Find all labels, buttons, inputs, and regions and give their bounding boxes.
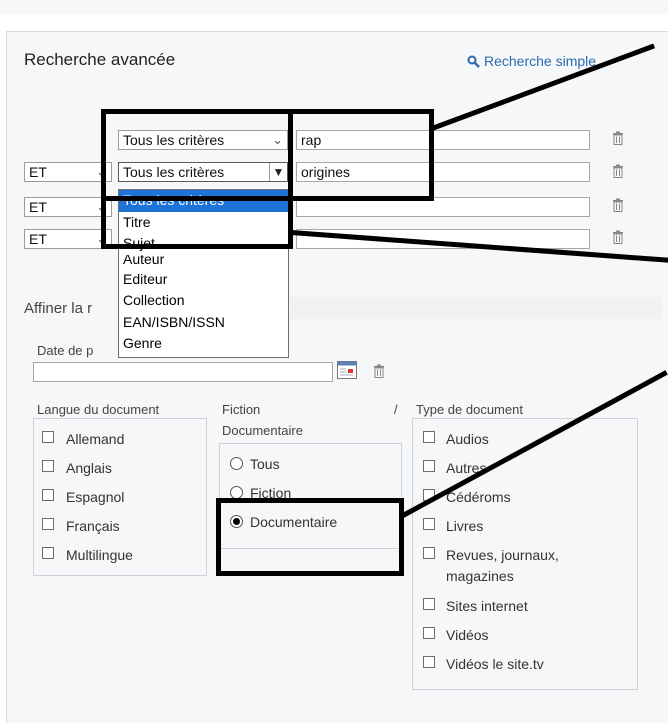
checkbox-multilingue[interactable] (42, 547, 54, 559)
fiction-option: Tous (250, 456, 280, 472)
langue-label: Langue du document (37, 402, 160, 417)
operator-select-2-value: ET (29, 164, 47, 180)
langue-item: Français (66, 518, 120, 534)
type-item: Revues, journaux, (446, 547, 559, 563)
checkbox-audios[interactable] (423, 431, 435, 443)
type-item: Livres (446, 518, 484, 534)
search-icon (467, 55, 480, 68)
trash-icon[interactable] (612, 230, 624, 244)
type-item: Sites internet (446, 598, 528, 614)
simple-search-label: Recherche simple (484, 53, 597, 69)
checkbox-videos[interactable] (423, 627, 435, 639)
checkbox-revues[interactable] (423, 547, 435, 559)
langue-item: Anglais (66, 460, 112, 476)
top-band (0, 0, 668, 14)
trash-icon[interactable] (612, 164, 624, 178)
operator-select-3[interactable]: ET ⌄ (24, 197, 112, 217)
operator-select-4-value: ET (29, 231, 47, 247)
radio-tous[interactable] (230, 457, 243, 470)
dropdown-option-auteur[interactable]: Auteur (119, 255, 288, 269)
checkbox-videos-site-tv[interactable] (423, 656, 435, 668)
page-title: Recherche avancée (24, 50, 176, 69)
refine-title: Affiner la r (24, 300, 93, 317)
checkbox-francais[interactable] (42, 518, 54, 530)
calendar-icon[interactable] (337, 361, 357, 379)
type-item: Audios (446, 431, 489, 447)
date-input[interactable] (33, 362, 333, 382)
type-item: Vidéos (446, 627, 489, 643)
checkbox-sites-internet[interactable] (423, 598, 435, 610)
simple-search-link[interactable]: Recherche simple (467, 53, 596, 69)
type-item: Cédéroms (446, 489, 511, 505)
operator-select-3-value: ET (29, 199, 47, 215)
checkbox-livres[interactable] (423, 518, 435, 530)
dropdown-option-ean[interactable]: EAN/ISBN/ISSN (119, 312, 288, 334)
trash-icon[interactable] (612, 198, 624, 212)
annotation-box-dropdown (101, 109, 293, 249)
operator-select-4[interactable]: ET ⌄ (24, 229, 112, 249)
operator-select-2[interactable]: ET ⌄ (24, 162, 112, 182)
trash-icon[interactable] (612, 131, 624, 145)
langue-item: Allemand (66, 431, 125, 447)
dropdown-option-collection[interactable]: Collection (119, 290, 288, 312)
checkbox-autres[interactable] (423, 460, 435, 472)
dropdown-option-editeur[interactable]: Editeur (119, 269, 288, 291)
checkbox-allemand[interactable] (42, 431, 54, 443)
documentaire-label: Documentaire (222, 423, 303, 438)
type-item-continuation: magazines (446, 568, 514, 584)
annotation-box-documentaire (216, 498, 404, 576)
type-item: Vidéos le site.tv (446, 656, 544, 672)
checkbox-anglais[interactable] (42, 460, 54, 472)
trash-icon[interactable] (373, 364, 385, 378)
dropdown-option-genre[interactable]: Genre (119, 333, 288, 355)
langue-item: Multilingue (66, 547, 133, 563)
checkbox-espagnol[interactable] (42, 489, 54, 501)
fiction-label: Fiction (222, 402, 261, 417)
type-label: Type de document (416, 402, 523, 417)
date-label: Date de p (37, 343, 94, 358)
fiction-separator: / (394, 402, 398, 417)
langue-item: Espagnol (66, 489, 125, 505)
refine-header-band (290, 297, 662, 319)
